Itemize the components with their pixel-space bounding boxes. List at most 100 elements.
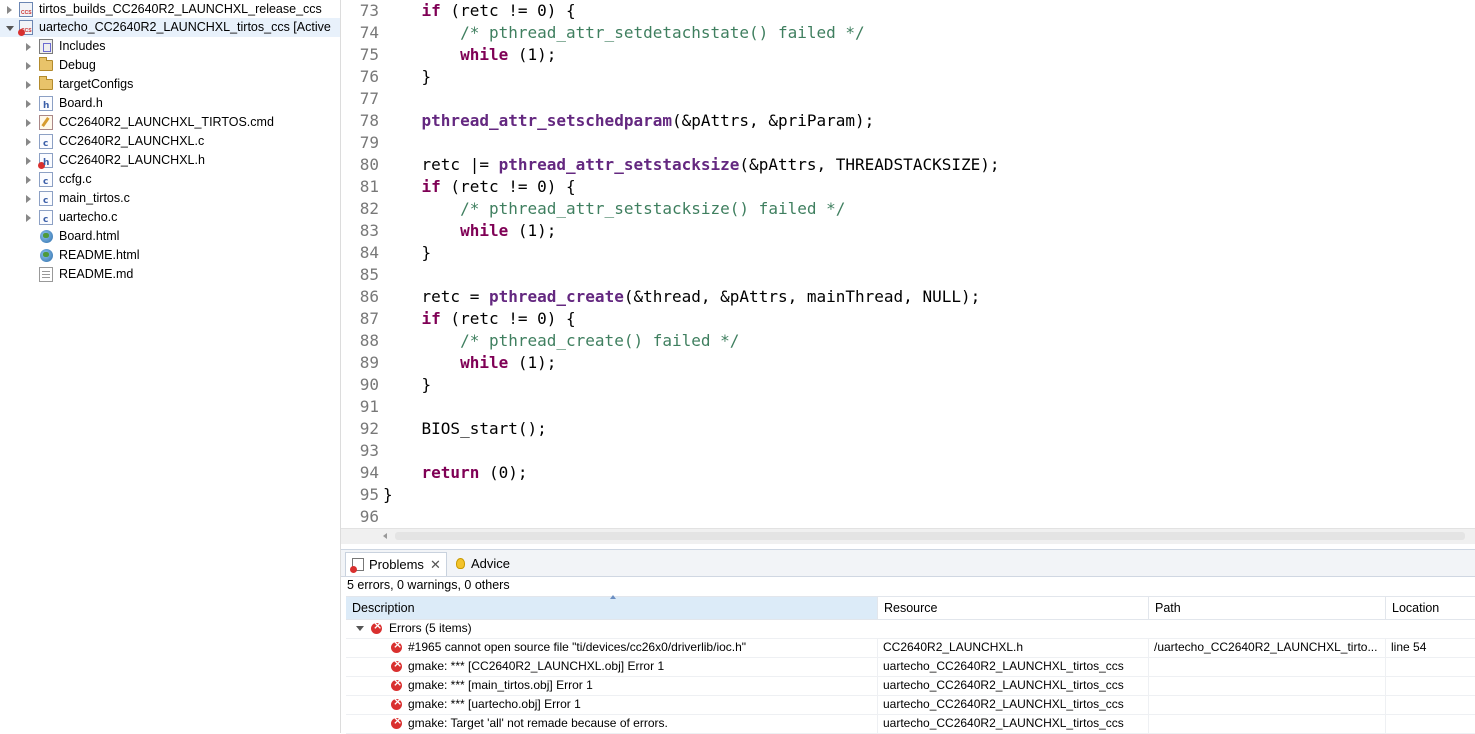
tree-item-uartecho-c[interactable]: uartecho.c bbox=[0, 208, 340, 230]
expand-arrow-icon[interactable] bbox=[24, 132, 34, 151]
tree-item-board-html[interactable]: Board.html bbox=[0, 227, 340, 246]
code-line[interactable]: if (retc != 0) { bbox=[383, 0, 576, 22]
tree-item-includes[interactable]: Includes bbox=[0, 37, 340, 56]
line-number: 95 bbox=[359, 485, 379, 504]
tree-item-debug[interactable]: Debug bbox=[0, 56, 340, 75]
tree-item-launchxl-c[interactable]: CC2640R2_LAUNCHXL.c bbox=[0, 132, 340, 154]
expand-arrow-icon[interactable] bbox=[24, 189, 34, 208]
code-line[interactable]: return (0); bbox=[383, 462, 528, 484]
code-line[interactable]: if (retc != 0) { bbox=[383, 176, 576, 198]
expand-arrow-icon[interactable] bbox=[24, 94, 34, 113]
problem-path bbox=[1154, 695, 1386, 714]
tree-item-tirtos-builds[interactable]: tirtos_builds_CC2640R2_LAUNCHXL_release_… bbox=[0, 0, 340, 23]
scroll-left-arrow-icon[interactable] bbox=[383, 533, 387, 539]
line-number: 77 bbox=[359, 89, 379, 108]
editor-horizontal-scrollbar[interactable] bbox=[341, 528, 1475, 544]
code-line[interactable]: BIOS_start(); bbox=[383, 418, 547, 440]
tree-item-uartecho-project[interactable]: uartecho_CC2640R2_LAUNCHXL_tirtos_ccs [A… bbox=[0, 18, 340, 41]
problem-resource: uartecho_CC2640R2_LAUNCHXL_tirtos_ccs bbox=[883, 714, 1149, 733]
cmd-file-icon bbox=[39, 115, 53, 130]
expand-arrow-icon[interactable] bbox=[5, 0, 15, 19]
problem-location bbox=[1391, 695, 1475, 714]
line-number: 93 bbox=[359, 441, 379, 460]
problem-row[interactable]: #1965 cannot open source file "ti/device… bbox=[346, 638, 1475, 658]
code-line[interactable]: while (1); bbox=[383, 44, 556, 66]
problem-row[interactable]: gmake: *** [CC2640R2_LAUNCHXL.obj] Error… bbox=[346, 657, 1475, 677]
problem-row[interactable]: gmake: Target 'all' not remade because o… bbox=[346, 714, 1475, 734]
tab-problems[interactable]: Problems ✕ bbox=[345, 552, 447, 576]
line-number: 75 bbox=[359, 45, 379, 64]
problem-path bbox=[1154, 676, 1386, 695]
column-header-description[interactable]: Description bbox=[346, 595, 878, 619]
tree-item-main-tirtos-c[interactable]: main_tirtos.c bbox=[0, 189, 340, 211]
code-line[interactable]: retc |= pthread_attr_setstacksize(&pAttr… bbox=[383, 154, 1000, 176]
code-line[interactable]: } bbox=[383, 484, 393, 506]
expand-arrow-icon[interactable] bbox=[24, 37, 34, 56]
sort-arrow-icon bbox=[610, 595, 616, 599]
line-number: 81 bbox=[359, 177, 379, 196]
problem-path bbox=[1154, 657, 1386, 676]
tree-item-targetconfigs[interactable]: targetConfigs bbox=[0, 75, 340, 94]
code-line[interactable]: } bbox=[383, 374, 432, 396]
line-number: 87 bbox=[359, 309, 379, 328]
problems-table-header: Description Resource Path Location bbox=[346, 595, 1475, 620]
tree-item-board-h[interactable]: Board.h bbox=[0, 94, 340, 116]
line-number: 91 bbox=[359, 397, 379, 416]
tree-item-readme-md[interactable]: README.md bbox=[0, 265, 340, 284]
code-line[interactable]: } bbox=[383, 242, 432, 264]
folder-icon bbox=[39, 57, 53, 71]
collapse-arrow-icon[interactable] bbox=[356, 626, 364, 631]
expand-arrow-icon[interactable] bbox=[24, 113, 34, 132]
line-number: 89 bbox=[359, 353, 379, 372]
problem-location bbox=[1391, 657, 1475, 676]
tree-item-readme-html[interactable]: README.html bbox=[0, 246, 340, 265]
line-number: 88 bbox=[359, 331, 379, 350]
problem-resource: uartecho_CC2640R2_LAUNCHXL_tirtos_ccs bbox=[883, 657, 1149, 676]
collapse-arrow-icon[interactable] bbox=[5, 18, 15, 37]
expand-arrow-icon[interactable] bbox=[24, 75, 34, 94]
tab-advice[interactable]: Advice bbox=[449, 552, 519, 576]
problems-icon bbox=[350, 558, 364, 573]
error-icon bbox=[371, 619, 382, 634]
code-line[interactable]: pthread_attr_setschedparam(&pAttrs, &pri… bbox=[383, 110, 875, 132]
problem-row[interactable]: gmake: *** [main_tirtos.obj] Error 1 uart… bbox=[346, 676, 1475, 696]
line-number: 78 bbox=[359, 111, 379, 130]
problem-location: line 54 bbox=[1391, 640, 1427, 654]
code-line[interactable]: } bbox=[383, 66, 432, 88]
expand-arrow-icon[interactable] bbox=[24, 170, 34, 189]
tree-item-ccfg-c[interactable]: ccfg.c bbox=[0, 170, 340, 192]
scrollbar-thumb[interactable] bbox=[395, 532, 1465, 540]
code-line[interactable]: /* pthread_create() failed */ bbox=[383, 330, 739, 352]
code-line[interactable]: if (retc != 0) { bbox=[383, 308, 576, 330]
code-line[interactable]: while (1); bbox=[383, 220, 556, 242]
column-header-resource[interactable]: Resource bbox=[878, 597, 1149, 619]
column-header-path[interactable]: Path bbox=[1149, 597, 1386, 619]
line-number: 74 bbox=[359, 23, 379, 42]
c-file-icon bbox=[39, 210, 53, 230]
code-line[interactable]: retc = pthread_create(&thread, &pAttrs, … bbox=[383, 286, 981, 308]
column-header-location[interactable]: Location bbox=[1386, 597, 1475, 619]
close-tab-icon[interactable]: ✕ bbox=[430, 553, 441, 577]
code-line[interactable]: /* pthread_attr_setdetachstate() failed … bbox=[383, 22, 865, 44]
expand-arrow-icon[interactable] bbox=[24, 151, 34, 170]
text-file-icon bbox=[39, 267, 53, 282]
error-group-row[interactable]: Errors (5 items) bbox=[346, 619, 1475, 639]
line-number: 92 bbox=[359, 419, 379, 438]
code-line[interactable]: while (1); bbox=[383, 352, 556, 374]
tree-item-launchxl-h[interactable]: CC2640R2_LAUNCHXL.h bbox=[0, 151, 340, 173]
code-line[interactable]: /* pthread_attr_setstacksize() failed */ bbox=[383, 198, 845, 220]
folder-icon bbox=[39, 76, 53, 90]
line-number: 86 bbox=[359, 287, 379, 306]
ccs-project-icon bbox=[19, 2, 33, 23]
code-editor[interactable]: 73 74 75 76 77 78 79 80 81 82 83 84 85 86 87 88 89 90 91 92… bbox=[341, 0, 1475, 528]
error-icon bbox=[391, 676, 402, 691]
problem-location bbox=[1391, 714, 1475, 733]
c-file-icon bbox=[39, 172, 53, 192]
expand-arrow-icon[interactable] bbox=[24, 56, 34, 75]
tree-item-tirtos-cmd[interactable]: CC2640R2_LAUNCHXL_TIRTOS.cmd bbox=[0, 113, 340, 132]
expand-arrow-icon[interactable] bbox=[24, 208, 34, 227]
html-file-icon bbox=[40, 249, 53, 262]
error-icon bbox=[391, 657, 402, 672]
problem-description: gmake: Target 'all' not remade because o… bbox=[408, 714, 878, 733]
problem-row[interactable]: gmake: *** [uartecho.obj] Error 1 uartech… bbox=[346, 695, 1475, 715]
